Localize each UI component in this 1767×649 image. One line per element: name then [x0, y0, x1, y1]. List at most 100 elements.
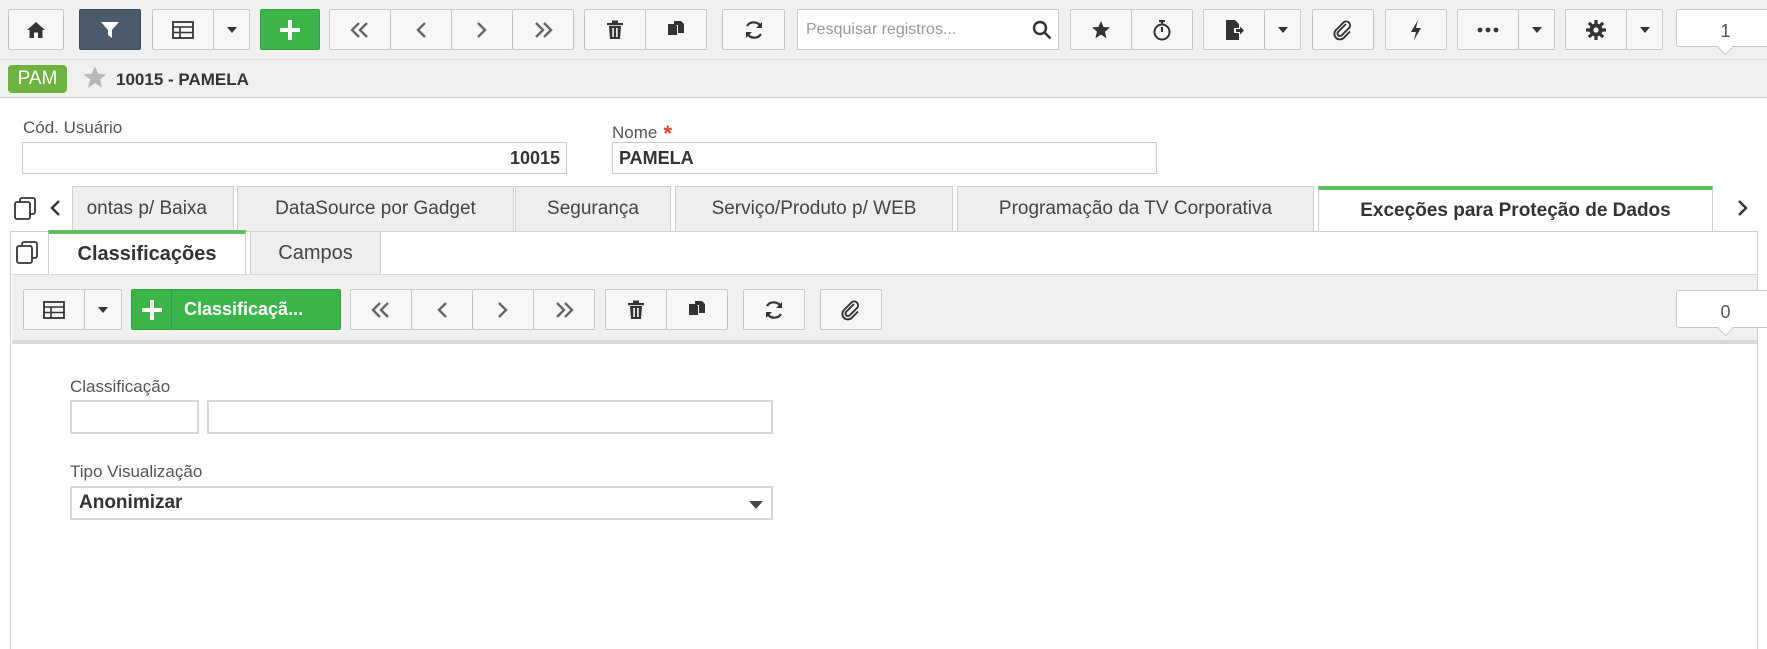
copy-icon [668, 20, 684, 35]
name-label: Nome * [612, 118, 672, 146]
export-button[interactable] [1203, 9, 1265, 50]
filter-button[interactable] [79, 9, 141, 50]
first-record-icon [371, 301, 389, 318]
code-field[interactable]: 10015 [22, 142, 567, 174]
record-counter: 1 [1676, 9, 1767, 47]
add-record-button[interactable] [260, 9, 320, 50]
timer-button[interactable] [1131, 9, 1193, 50]
more-icon [1477, 27, 1499, 32]
plus-icon [141, 299, 162, 320]
detail-previous-button[interactable] [411, 289, 473, 330]
subtab-classificacoes[interactable]: Classificações [48, 230, 246, 275]
detail-record-counter: 0 [1676, 290, 1767, 328]
classification-code-field[interactable] [70, 400, 199, 434]
next-record-button[interactable] [451, 9, 513, 50]
chevron-down-icon [226, 26, 237, 33]
chevron-down-icon [1277, 26, 1288, 33]
view-type-value: Anonimizar [79, 492, 183, 513]
record-header: PAM 10015 - PAMELA [0, 60, 1767, 98]
next-record-icon [498, 301, 508, 318]
trash-icon [607, 20, 623, 39]
first-record-button[interactable] [329, 9, 391, 50]
favorite-button[interactable] [1070, 9, 1132, 50]
detail-refresh-button[interactable] [743, 289, 805, 330]
record-title: 10015 - PAMELA [116, 70, 249, 89]
chevron-down-icon [1531, 26, 1542, 33]
refresh-icon [745, 20, 762, 39]
settings-dropdown[interactable] [1626, 9, 1663, 50]
star-icon [1092, 20, 1110, 38]
plus-icon [280, 19, 300, 40]
view-type-select[interactable]: Anonimizar [70, 486, 773, 520]
more-options-button[interactable] [1457, 9, 1519, 50]
copy-icon[interactable] [16, 241, 40, 265]
tab-datasource-gadget[interactable]: DataSource por Gadget [237, 186, 514, 231]
tab-contas-baixa[interactable]: ontas p/ Baixa [72, 186, 234, 231]
search-icon[interactable] [1032, 20, 1052, 40]
quick-actions-button[interactable] [1385, 9, 1447, 50]
detail-first-button[interactable] [350, 289, 412, 330]
export-icon [1226, 19, 1244, 40]
grid-view-icon [43, 300, 65, 319]
lightning-icon [1411, 19, 1421, 40]
paperclip-icon [841, 300, 859, 320]
record-badge: PAM [8, 65, 67, 93]
tab-servico-produto-web[interactable]: Serviço/Produto p/ WEB [675, 186, 953, 231]
add-classification-label: Classificaçã... [184, 299, 304, 319]
detail-grid-view-button[interactable] [23, 289, 85, 330]
detail-attachments-button[interactable] [820, 289, 882, 330]
grid-view-icon [172, 20, 194, 39]
home-button[interactable] [8, 9, 64, 50]
refresh-icon [766, 300, 782, 319]
subtab-campos[interactable]: Campos [250, 231, 381, 275]
scroll-tabs-right-icon[interactable] [1735, 199, 1749, 217]
last-record-icon [535, 21, 553, 38]
chevron-down-icon [98, 306, 108, 313]
detail-duplicate-button[interactable] [666, 289, 728, 330]
more-options-dropdown[interactable] [1518, 9, 1555, 50]
name-field[interactable]: PAMELA [612, 142, 1157, 174]
tab-programacao-tv[interactable]: Programação da TV Corporativa [957, 186, 1314, 231]
tab-excecoes-protecao-dados[interactable]: Exceções para Proteção de Dados [1318, 186, 1713, 232]
last-record-icon [556, 301, 574, 318]
main-toolbar: 1 [0, 0, 1767, 60]
classification-description-field [207, 400, 773, 434]
home-icon [27, 21, 45, 38]
next-record-icon [477, 21, 487, 38]
settings-button[interactable] [1565, 9, 1627, 50]
classification-label: Classificação [70, 377, 171, 396]
add-classification-button[interactable]: Classificaçã... [131, 289, 341, 330]
detail-delete-button[interactable] [605, 289, 667, 330]
delete-button[interactable] [584, 9, 646, 50]
detail-next-button[interactable] [472, 289, 534, 330]
paperclip-icon [1333, 20, 1351, 40]
copy-icon [689, 300, 705, 315]
main-tabs: ontas p/ Baixa DataSource por Gadget Seg… [0, 186, 1767, 232]
grid-view-button[interactable] [152, 9, 214, 50]
detail-grid-dropdown[interactable] [84, 289, 122, 330]
code-label: Cód. Usuário [23, 118, 123, 137]
duplicate-button[interactable] [645, 9, 707, 50]
detail-last-button[interactable] [533, 289, 595, 330]
view-type-label: Tipo Visualização [70, 462, 203, 481]
previous-record-icon [437, 301, 447, 318]
tab-seguranca[interactable]: Segurança [515, 186, 671, 231]
name-label-text: Nome [612, 123, 658, 142]
gear-icon [1586, 19, 1606, 40]
filter-icon [101, 21, 119, 38]
chevron-down-icon [1639, 26, 1650, 33]
copy-icon[interactable] [14, 197, 38, 221]
refresh-button[interactable] [722, 9, 785, 50]
previous-record-button[interactable] [390, 9, 452, 50]
chevron-down-icon [749, 501, 763, 509]
trash-icon [628, 300, 644, 319]
last-record-button[interactable] [512, 9, 574, 50]
grid-view-dropdown[interactable] [213, 9, 250, 50]
scroll-tabs-left-icon[interactable] [49, 199, 63, 217]
search-input[interactable] [806, 10, 1026, 49]
export-dropdown[interactable] [1264, 9, 1301, 50]
attachments-button[interactable] [1312, 9, 1374, 50]
first-record-icon [350, 21, 368, 38]
search-box [797, 9, 1059, 50]
star-icon[interactable] [82, 65, 108, 90]
